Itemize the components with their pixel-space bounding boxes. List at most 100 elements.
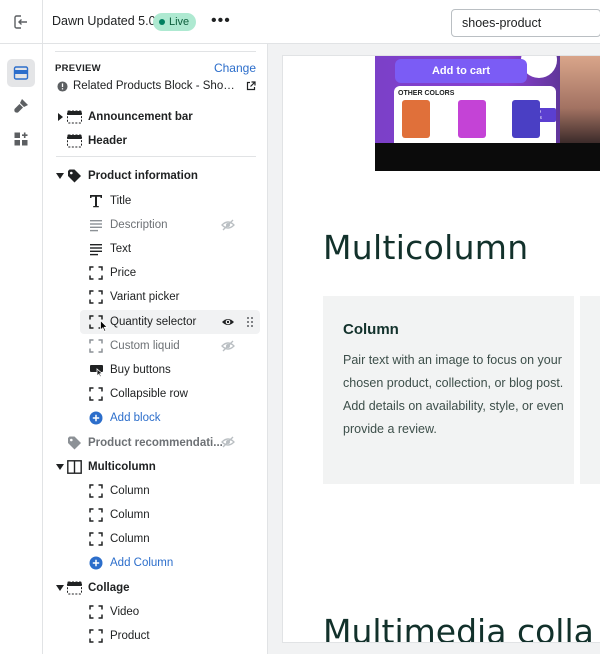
tree-item-label: Multicolumn xyxy=(88,460,156,473)
orange-shorts-swatch xyxy=(402,100,430,138)
add-circle-icon xyxy=(88,410,104,426)
block-item-price[interactable]: Price xyxy=(44,261,267,285)
section-item-collage[interactable]: Collage xyxy=(44,576,267,600)
live-status-badge: Live xyxy=(153,13,197,31)
block-item-product[interactable]: Product xyxy=(44,624,267,648)
theme-name: Dawn Updated 5.0 xyxy=(52,14,156,28)
chevron-right-icon[interactable] xyxy=(56,112,64,122)
preview-product[interactable]: Related Products Block - Shopify xyxy=(57,78,257,94)
exit-editor-button[interactable] xyxy=(0,0,43,44)
buy-buttons-icon xyxy=(88,362,104,378)
add-item-add-column[interactable]: Add Column xyxy=(44,551,267,575)
multicolumn-card-next xyxy=(580,296,600,484)
other-colors-panel: OTHER COLORS Indigo Shorts xyxy=(394,86,556,143)
theme-settings-button[interactable] xyxy=(7,92,35,120)
tree-item-label: Add Column xyxy=(110,557,174,570)
magenta-shorts-swatch xyxy=(458,100,486,138)
block-frame-icon xyxy=(88,338,104,354)
multicolumn-card: Column Pair text with an image to focus … xyxy=(323,296,574,484)
block-item-description[interactable]: Description xyxy=(44,213,267,237)
product-media-video[interactable]: Add to cart OTHER COLORS Indigo Shorts xyxy=(375,56,600,171)
multicolumn-heading: Multicolumn xyxy=(323,228,529,267)
block-item-buy-buttons[interactable]: Buy buttons xyxy=(44,358,267,382)
block-frame-icon xyxy=(88,265,104,281)
hero-add-to-cart: Add to cart xyxy=(395,59,527,83)
column-card-title: Column xyxy=(343,321,399,338)
eye-off-icon[interactable] xyxy=(220,338,236,354)
tree-item-label: Custom liquid xyxy=(110,339,180,352)
tag-icon xyxy=(66,168,82,184)
tree-item-label: Product xyxy=(110,630,150,643)
section-item-announcement-bar[interactable]: Announcement bar xyxy=(44,105,267,129)
section-item-multicolumn[interactable]: Multicolumn xyxy=(44,455,267,479)
eye-off-icon[interactable] xyxy=(220,434,236,450)
mouse-pointer-icon xyxy=(100,319,110,334)
eye-off-icon[interactable] xyxy=(220,217,236,233)
theme-settings-brush-icon xyxy=(14,99,28,113)
tree-item-label: Text xyxy=(110,243,132,256)
info-circle-icon xyxy=(57,80,68,92)
other-colors-title: OTHER COLORS xyxy=(398,90,455,97)
video-letterbox xyxy=(375,143,600,171)
chevron-down-icon[interactable] xyxy=(56,462,64,472)
block-item-quantity-selector[interactable]: Quantity selector xyxy=(80,309,260,334)
block-frame-icon xyxy=(88,386,104,402)
section-item-header[interactable]: Header xyxy=(44,129,267,153)
tree-item-label: Description xyxy=(110,218,168,231)
more-actions-button[interactable]: ••• xyxy=(211,12,231,30)
tree-item-label: Buy buttons xyxy=(110,363,171,376)
block-item-column[interactable]: Column xyxy=(44,527,267,551)
storefront-preview[interactable]: Add to cart OTHER COLORS Indigo Shorts M… xyxy=(283,56,600,642)
column-card-text: Pair text with an image to focus on your… xyxy=(343,353,564,436)
sidebar-top-divider xyxy=(55,51,256,52)
block-item-custom-liquid[interactable]: Custom liquid xyxy=(44,334,267,358)
text-lines-icon xyxy=(88,241,104,257)
tree-item-label: Collage xyxy=(88,581,130,594)
block-item-column[interactable]: Column xyxy=(44,479,267,503)
title-icon xyxy=(88,193,104,209)
header-icon xyxy=(66,133,82,149)
tree-item-label: Add block xyxy=(110,412,161,425)
chevron-down-icon[interactable] xyxy=(56,171,64,181)
section-tree: Announcement bar Header Product informatio… xyxy=(44,105,267,648)
tree-divider xyxy=(56,156,256,158)
preview-label: PREVIEW xyxy=(55,63,101,74)
preview-product-name: Related Products Block - Shopify xyxy=(73,80,241,92)
app-embeds-button[interactable] xyxy=(7,125,35,153)
eye-icon[interactable] xyxy=(220,314,236,330)
section-item-product-information[interactable]: Product information xyxy=(44,164,267,188)
chevron-down-icon[interactable] xyxy=(56,583,64,593)
sections-icon xyxy=(13,66,29,80)
section-item-product-recommendati[interactable]: Product recommendati... xyxy=(44,430,267,454)
block-item-title[interactable]: Title xyxy=(44,189,267,213)
announcement-bar-icon xyxy=(66,109,82,125)
presenter-image xyxy=(560,56,600,143)
left-rail xyxy=(0,44,43,654)
tree-item-label: Column xyxy=(110,484,150,497)
sections-button[interactable] xyxy=(7,59,35,87)
block-frame-icon xyxy=(88,289,104,305)
block-item-text[interactable]: Text xyxy=(44,237,267,261)
text-lines-icon xyxy=(88,217,104,233)
block-item-collapsible-row[interactable]: Collapsible row xyxy=(44,382,267,406)
tag-icon xyxy=(66,435,82,451)
multicolumn-icon xyxy=(66,459,82,475)
change-preview-link[interactable]: Change xyxy=(214,61,256,75)
multimedia-collage-heading: Multimedia colla xyxy=(323,612,594,642)
drag-handle-icon[interactable] xyxy=(243,315,257,329)
tree-item-label: Price xyxy=(110,267,137,280)
block-item-variant-picker[interactable]: Variant picker xyxy=(44,285,267,309)
preview-canvas: Add to cart OTHER COLORS Indigo Shorts M… xyxy=(268,44,600,654)
app-embeds-icon xyxy=(14,132,28,146)
template-selector[interactable]: shoes-product xyxy=(451,9,600,37)
top-bar: Dawn Updated 5.0 Live ••• shoes-product xyxy=(0,0,600,44)
add-item-add-block[interactable]: Add block xyxy=(44,406,267,430)
block-frame-icon xyxy=(88,483,104,499)
tree-item-label: Variant picker xyxy=(110,291,180,304)
block-item-column[interactable]: Column xyxy=(44,503,267,527)
add-circle-icon xyxy=(88,555,104,571)
live-status-label: Live xyxy=(169,16,190,28)
block-item-video[interactable]: Video xyxy=(44,600,267,624)
collage-icon xyxy=(66,580,82,596)
indigo-shorts-swatch xyxy=(512,100,540,138)
